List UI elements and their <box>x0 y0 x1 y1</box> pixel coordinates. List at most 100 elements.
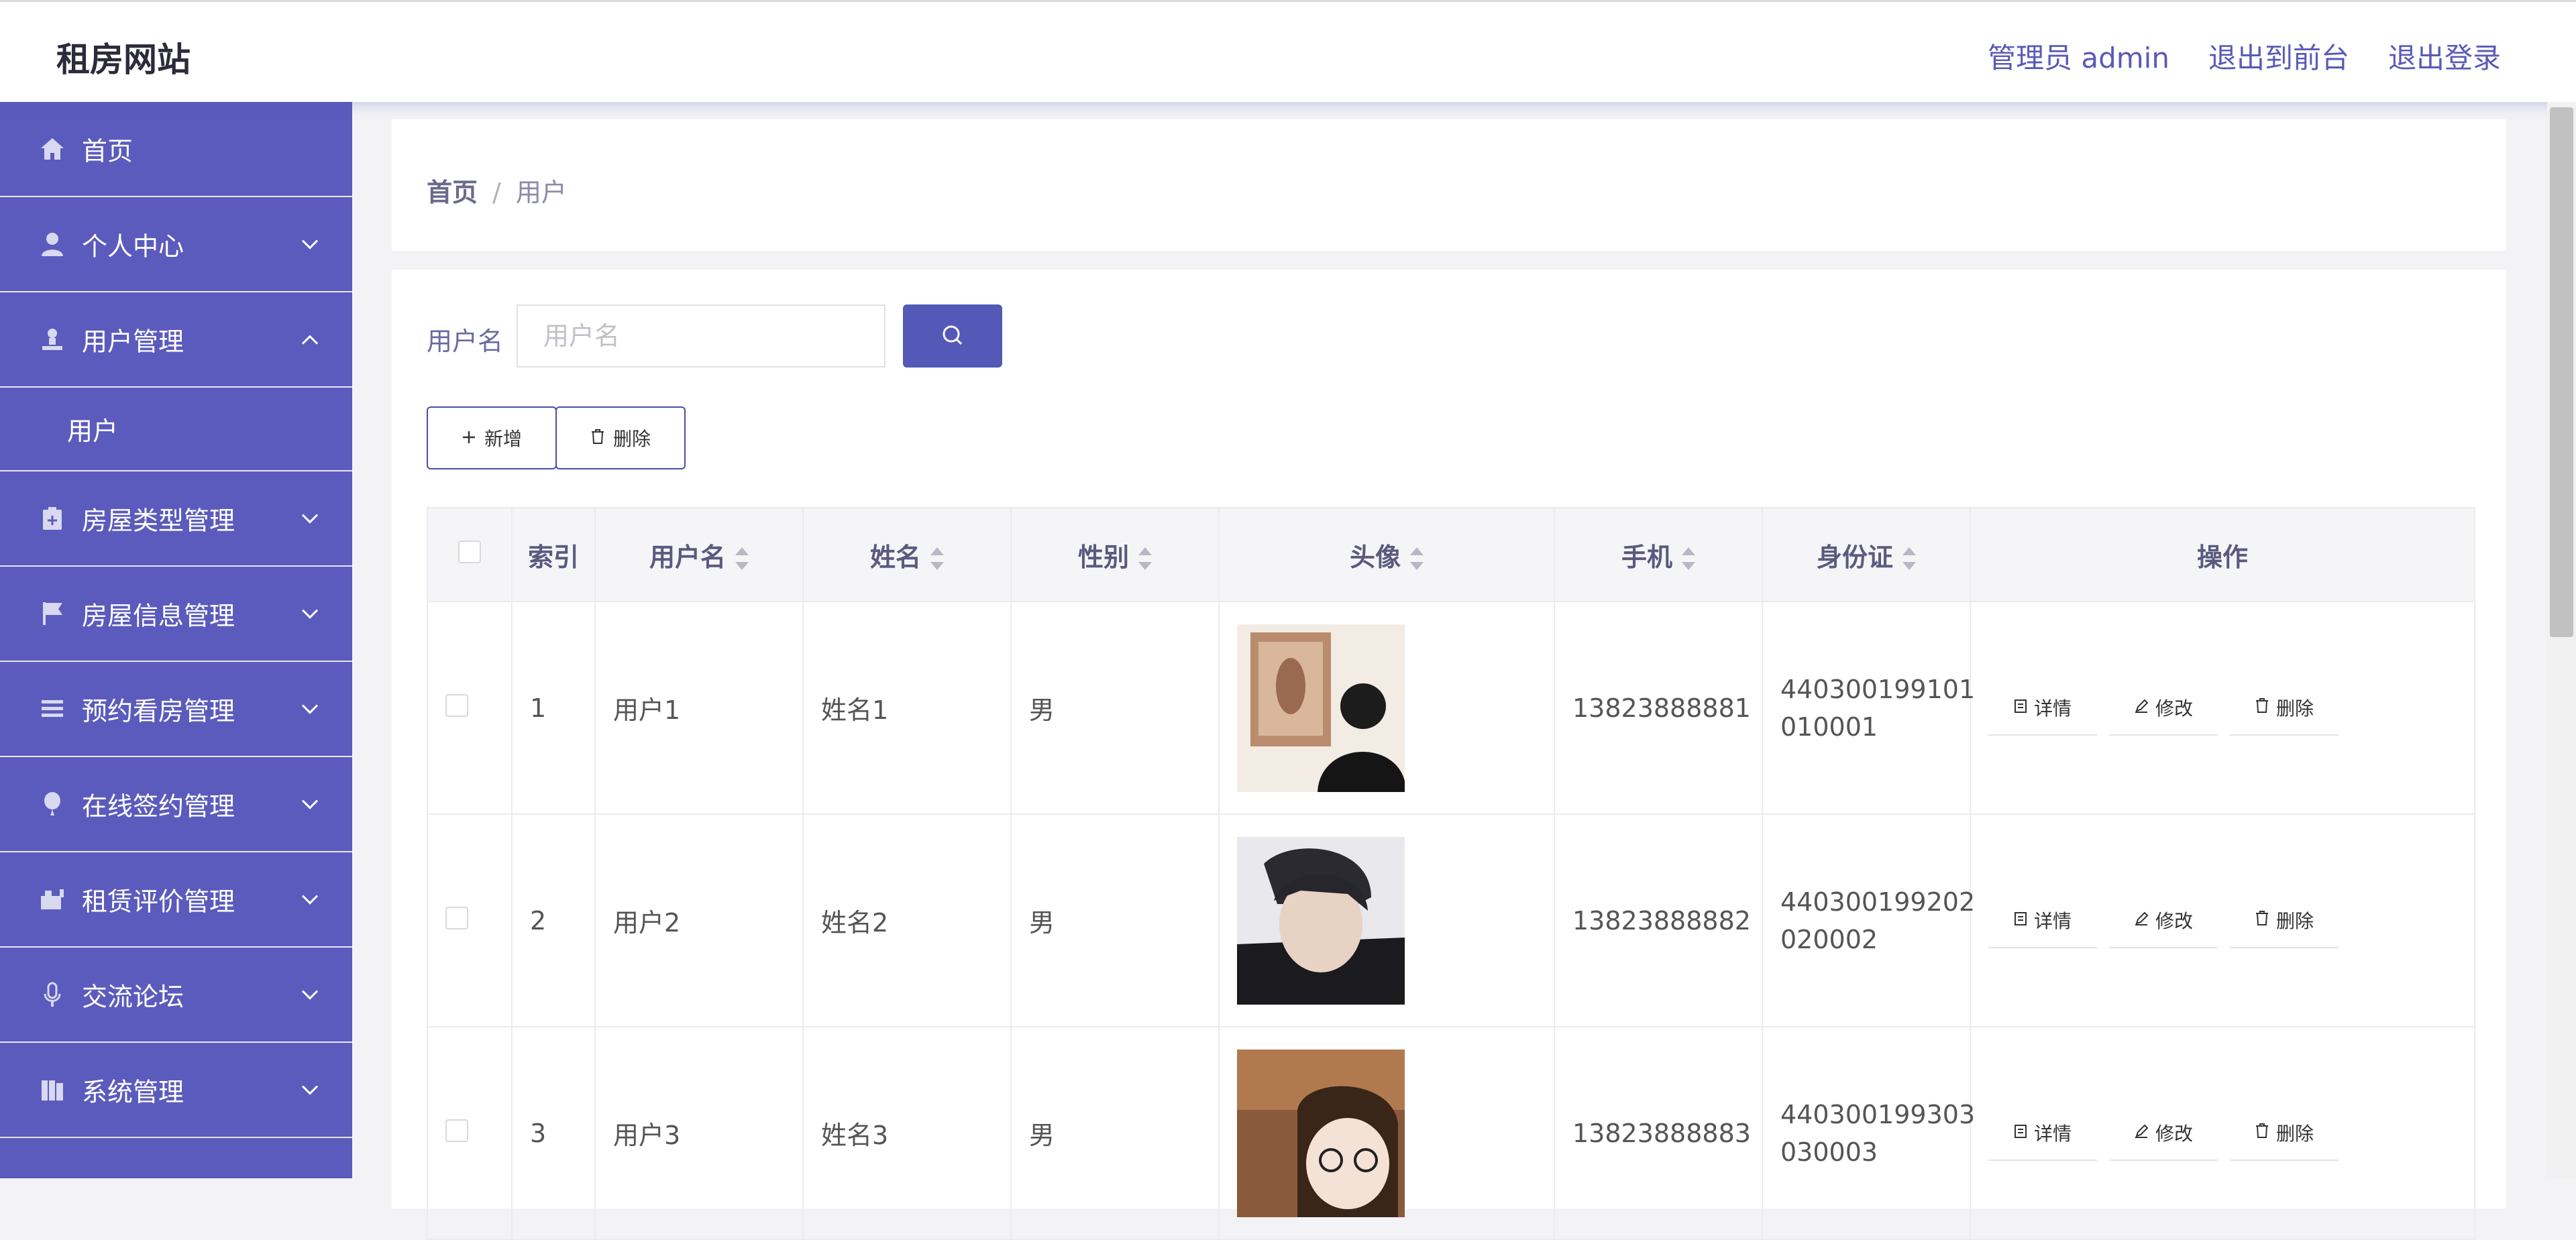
exit-to-front-link[interactable]: 退出到前台 <box>2208 36 2349 76</box>
sort-icon[interactable] <box>930 547 944 570</box>
row-checkbox[interactable] <box>445 906 468 929</box>
edit-button[interactable]: 修改 <box>2109 893 2218 948</box>
search-icon <box>941 323 965 349</box>
select-all-cell <box>427 507 513 602</box>
batch-delete-button[interactable]: 删除 <box>555 406 686 469</box>
name-cell: 姓名1 <box>802 601 1012 815</box>
table-header-row: 索引 用户名 姓名 性别 头像 手机 身份证 操作 <box>427 507 2475 602</box>
column-header-label: 身份证 <box>1816 542 1893 572</box>
edit-button[interactable]: 修改 <box>2109 1106 2218 1161</box>
column-header-name[interactable]: 姓名 <box>802 507 1012 602</box>
row-checkbox[interactable] <box>445 693 468 717</box>
document-icon <box>2014 696 2027 718</box>
scrollbar-thumb[interactable] <box>2550 107 2573 637</box>
document-icon <box>2014 909 2027 931</box>
admin-link[interactable]: 管理员 admin <box>1988 36 2169 76</box>
chevron-down-icon <box>301 977 319 1007</box>
column-header-actions: 操作 <box>1970 507 2475 602</box>
index-cell: 3 <box>511 1026 596 1240</box>
idcard-line: 440300199303 <box>1780 1099 1976 1129</box>
delete-button-label: 删除 <box>612 428 651 450</box>
detail-button[interactable]: 详情 <box>1988 1106 2097 1161</box>
sidebar-subitem-user[interactable]: 用户 <box>0 388 352 471</box>
home-icon <box>39 135 66 162</box>
site-title: 租房网站 <box>56 40 191 79</box>
column-header-phone[interactable]: 手机 <box>1554 507 1763 602</box>
detail-button[interactable]: 详情 <box>1988 893 2097 948</box>
user-manage-icon <box>39 326 66 353</box>
column-header-username[interactable]: 用户名 <box>594 507 804 602</box>
sidebar-item-label: 交流论坛 <box>82 982 184 1012</box>
table-row: 3 用户3 姓名3 男 13823888883 440300199303 0300… <box>427 1026 2475 1240</box>
username-cell: 用户2 <box>594 813 804 1027</box>
sort-icon[interactable] <box>1410 547 1424 570</box>
sidebar-item-booking[interactable]: 预约看房管理 <box>0 662 352 757</box>
table-row: 2 用户2 姓名2 男 13823888882 440300199202 0200… <box>427 813 2475 1027</box>
pencil-icon <box>2134 1121 2149 1143</box>
sidebar-item-system[interactable]: 系统管理 <box>0 1043 352 1138</box>
search-button[interactable] <box>903 304 1002 368</box>
index-cell: 2 <box>511 813 596 1027</box>
sidebar-item-label: 首页 <box>82 136 133 166</box>
sidebar-item-house-info[interactable]: 房屋信息管理 <box>0 567 352 662</box>
logout-link[interactable]: 退出登录 <box>2388 36 2501 76</box>
edit-label: 修改 <box>2155 1122 2193 1145</box>
sort-icon[interactable] <box>1138 547 1152 570</box>
delete-label: 删除 <box>2275 909 2314 932</box>
content-card: 用户名 新增 删除 索引 用户名 姓名 性别 头像 手机 身份证 <box>392 270 2506 1240</box>
sidebar-item-forum[interactable]: 交流论坛 <box>0 948 352 1043</box>
avatar-image[interactable] <box>1237 836 1405 1005</box>
sidebar-item-house-type[interactable]: 房屋类型管理 <box>0 471 352 567</box>
sidebar: 首页 个人中心 用户管理 用户 房屋类型管理 房屋信息管理 预约看房管理 在线签… <box>0 102 352 1178</box>
sort-icon[interactable] <box>1682 547 1695 570</box>
row-select-cell <box>427 601 513 815</box>
top-nav: 管理员 admin 退出到前台 退出登录 <box>1988 36 2501 76</box>
idcard-line: 440300199101 <box>1780 674 1976 704</box>
avatar-cell <box>1218 813 1555 1027</box>
sort-icon[interactable] <box>735 547 749 570</box>
username-search-input[interactable] <box>517 304 885 368</box>
select-all-checkbox[interactable] <box>458 541 481 563</box>
delete-button[interactable]: 删除 <box>2230 681 2339 736</box>
top-header: 租房网站 管理员 admin 退出到前台 退出登录 <box>0 0 2576 102</box>
column-header-label: 性别 <box>1077 542 1129 572</box>
breadcrumb-home[interactable]: 首页 <box>427 178 478 207</box>
avatar-image[interactable] <box>1237 624 1405 792</box>
user-icon <box>39 231 66 258</box>
sidebar-item-user-manage[interactable]: 用户管理 <box>0 292 352 388</box>
name-cell: 姓名2 <box>802 813 1012 1027</box>
sort-icon[interactable] <box>1902 547 1916 570</box>
delete-button[interactable]: 删除 <box>2230 1106 2339 1161</box>
idcard-line: 010001 <box>1780 712 1878 742</box>
trash-icon <box>2255 696 2269 718</box>
avatar-image[interactable] <box>1237 1049 1405 1217</box>
row-checkbox[interactable] <box>445 1119 468 1142</box>
sidebar-item-home[interactable]: 首页 <box>0 102 352 197</box>
detail-button[interactable]: 详情 <box>1988 681 2097 736</box>
document-icon <box>2014 1121 2027 1143</box>
add-button-label: 新增 <box>484 428 522 450</box>
sidebar-item-signing[interactable]: 在线签约管理 <box>0 757 352 852</box>
chevron-down-icon <box>301 882 319 911</box>
avatar-cell <box>1218 601 1555 815</box>
chevron-down-icon <box>301 596 319 626</box>
sidebar-item-review[interactable]: 租赁评价管理 <box>0 852 352 948</box>
column-header-idcard[interactable]: 身份证 <box>1762 507 1971 602</box>
idcard-cell: 440300199303 030003 <box>1762 1026 1976 1240</box>
column-header-label: 姓名 <box>869 542 921 572</box>
delete-label: 删除 <box>2275 697 2314 720</box>
pencil-icon <box>2134 696 2149 718</box>
column-header-avatar[interactable]: 头像 <box>1218 507 1555 602</box>
sidebar-item-label: 在线签约管理 <box>82 791 235 822</box>
edit-button[interactable]: 修改 <box>2109 681 2218 736</box>
sidebar-item-personal-center[interactable]: 个人中心 <box>0 197 352 292</box>
detail-label: 详情 <box>2033 697 2072 720</box>
add-button[interactable]: 新增 <box>427 406 557 469</box>
idcard-line: 020002 <box>1780 924 1878 954</box>
breadcrumb-card: 首页 / 用户 <box>392 119 2506 251</box>
idcard-cell: 440300199202 020002 <box>1762 813 1975 1027</box>
breadcrumb-current: 用户 <box>515 178 567 207</box>
column-header-gender[interactable]: 性别 <box>1010 507 1220 602</box>
page-scrollbar[interactable] <box>2547 102 2576 1178</box>
delete-button[interactable]: 删除 <box>2230 893 2339 948</box>
